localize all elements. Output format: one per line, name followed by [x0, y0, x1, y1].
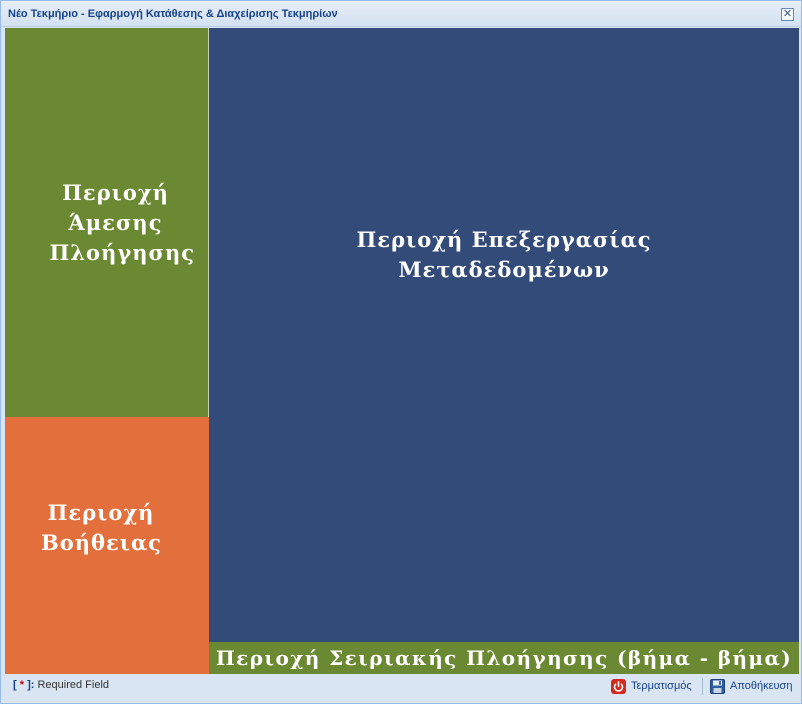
serial-navigation-label: Περιοχή Σειριακής Πλοήγησης (βήμα - βήμα… [215, 646, 793, 670]
serial-navigation-area[interactable]: Περιοχή Σειριακής Πλοήγησης (βήμα - βήμα… [209, 642, 799, 674]
footer-separator [702, 678, 703, 695]
terminate-button[interactable]: Τερματισμός [611, 676, 692, 696]
close-icon: ✕ [782, 8, 793, 20]
floppy-disk-icon [710, 678, 725, 694]
content-area: Περιοχή Άμεσης Πλοήγησης Περιοχή Βοήθεια… [5, 28, 799, 674]
direct-navigation-area[interactable]: Περιοχή Άμεσης Πλοήγησης [5, 28, 209, 417]
app-window: Νέο Τεκμήριο - Εφαρμογή Κατάθεσης & Διαχ… [0, 0, 802, 704]
help-label: Περιοχή Βοήθειας [41, 500, 162, 555]
close-button[interactable]: ✕ [781, 8, 794, 21]
metadata-editing-label: Περιοχή Επεξεργασίας Μεταδεδομένων [356, 227, 652, 282]
metadata-editing-area[interactable]: Περιοχή Επεξεργασίας Μεταδεδομένων [209, 28, 799, 642]
footer-bar: [ * ]: Required Field Τερματισμός Αποθήκ… [5, 674, 799, 701]
required-bracket-close: ]: [24, 679, 35, 691]
power-icon [611, 678, 626, 694]
window-title: Νέο Τεκμήριο - Εφαρμογή Κατάθεσης & Διαχ… [8, 8, 338, 20]
save-button[interactable]: Αποθήκευση [710, 676, 792, 696]
title-bar[interactable]: Νέο Τεκμήριο - Εφαρμογή Κατάθεσης & Διαχ… [1, 1, 801, 27]
terminate-label: Τερματισμός [631, 680, 692, 692]
required-field-note: [ * ]: Required Field [13, 679, 109, 691]
direct-navigation-label: Περιοχή Άμεσης Πλοήγησης [49, 179, 195, 265]
help-area: Περιοχή Βοήθειας [5, 417, 209, 674]
required-bracket-open: [ [13, 679, 20, 691]
save-label: Αποθήκευση [730, 680, 793, 692]
required-field-text: Required Field [34, 679, 109, 691]
